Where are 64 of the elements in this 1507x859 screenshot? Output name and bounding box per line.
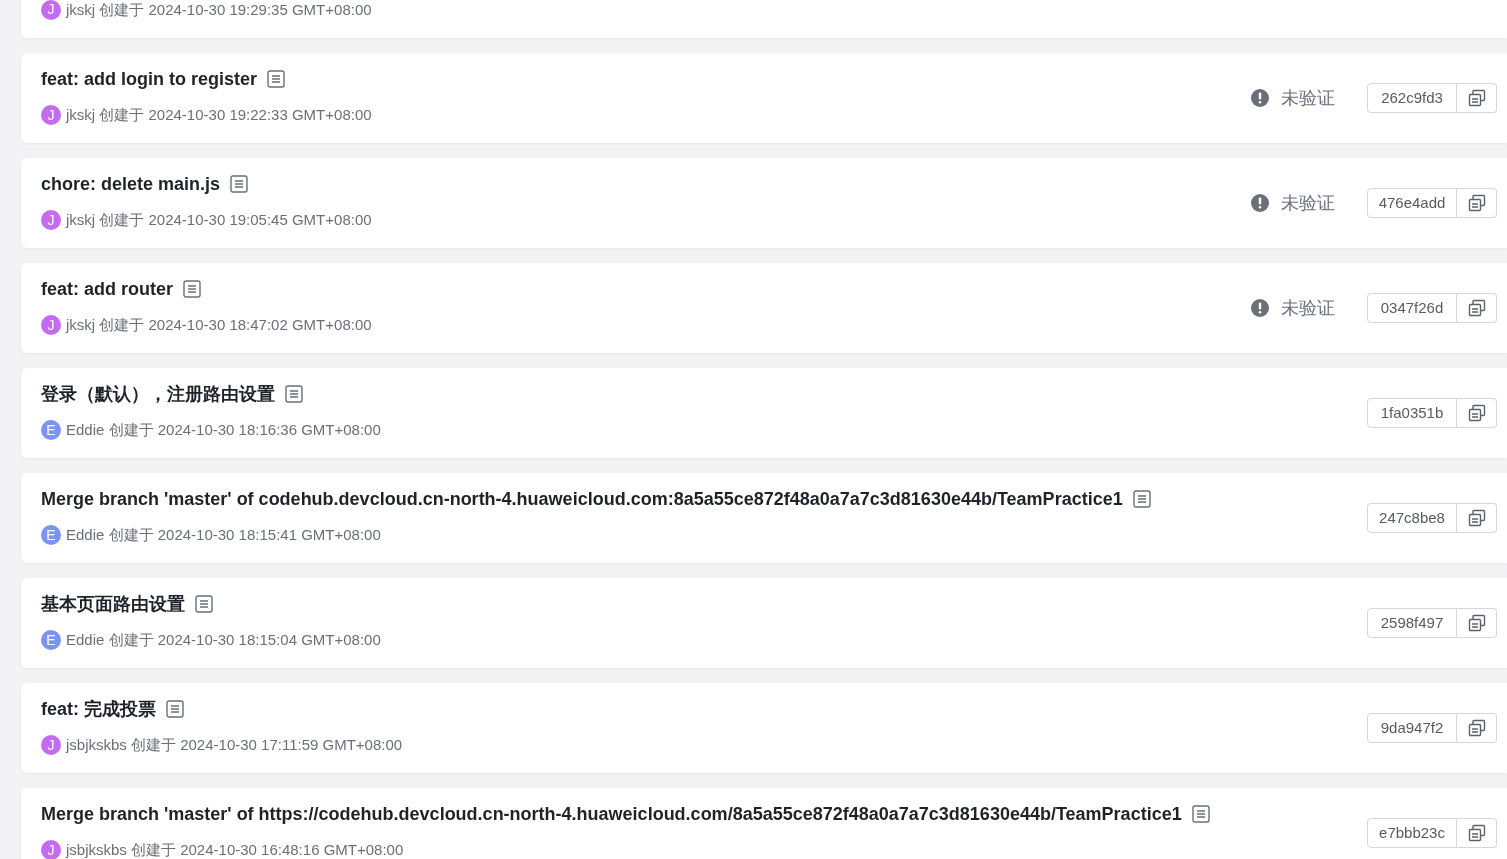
avatar: E bbox=[41, 630, 61, 650]
verification-status: 未验证 bbox=[1281, 191, 1335, 215]
copy-button[interactable] bbox=[1457, 83, 1497, 113]
copy-icon bbox=[1467, 89, 1486, 107]
verification-status: 未验证 bbox=[1281, 86, 1335, 110]
document-icon[interactable] bbox=[1132, 490, 1151, 509]
author-meta: jsbjkskbs 创建于 2024-10-30 17:11:59 GMT+08:00 bbox=[66, 734, 403, 755]
commit-title[interactable]: 基本页面路由设置 bbox=[41, 590, 185, 618]
commit-title[interactable]: Merge branch 'master' of https://codehub.devcloud.cn-north-4.huaweicloud.com/8a5a55ce872f48a0a7a7c3d81630e44b/TeamPractice1 bbox=[41, 800, 1182, 828]
document-icon[interactable] bbox=[230, 175, 249, 194]
avatar: J bbox=[41, 840, 61, 859]
document-icon[interactable] bbox=[1191, 805, 1210, 824]
commit-hash[interactable]: 0347f26d bbox=[1367, 293, 1457, 323]
author-meta: jkskj 创建于 2024-10-30 19:05:45 GMT+08:00 bbox=[66, 209, 372, 230]
author-meta: jkskj 创建于 2024-10-30 19:29:35 GMT+08:00 bbox=[66, 0, 372, 20]
commit-title[interactable]: 登录（默认），注册路由设置 bbox=[41, 380, 275, 408]
commit-title[interactable]: feat: add login to register bbox=[41, 65, 258, 93]
warning-icon bbox=[1251, 194, 1269, 212]
warning-icon bbox=[1251, 299, 1269, 317]
avatar: J bbox=[41, 735, 61, 755]
document-icon[interactable] bbox=[195, 595, 213, 614]
author-meta: Eddie 创建于 2024-10-30 18:15:04 GMT+08:00 bbox=[66, 629, 381, 650]
copy-icon bbox=[1467, 614, 1486, 632]
commit-title[interactable]: chore: delete main.js bbox=[41, 170, 221, 198]
author-meta: Eddie 创建于 2024-10-30 18:15:41 GMT+08:00 bbox=[66, 524, 381, 545]
copy-icon bbox=[1467, 824, 1486, 842]
copy-button[interactable] bbox=[1457, 188, 1497, 218]
avatar: E bbox=[41, 420, 61, 440]
author-meta: jsbjkskbs 创建于 2024-10-30 16:48:16 GMT+08:00 bbox=[66, 839, 404, 859]
commit-hash[interactable]: 1fa0351b bbox=[1367, 398, 1457, 428]
copy-icon bbox=[1467, 719, 1486, 737]
document-icon[interactable] bbox=[166, 700, 184, 719]
avatar: J bbox=[41, 0, 61, 20]
avatar: E bbox=[41, 525, 61, 545]
commit-title[interactable]: Merge branch 'master' of codehub.devcloud.cn-north-4.huaweicloud.com:8a5a55ce872f48a0a7a7c3d81630e44b/TeamPractice1 bbox=[41, 485, 1123, 513]
verification-status: 未验证 bbox=[1281, 296, 1335, 320]
copy-button[interactable] bbox=[1457, 293, 1497, 323]
copy-button[interactable] bbox=[1457, 398, 1497, 428]
document-icon[interactable] bbox=[285, 385, 303, 404]
author-meta: jkskj 创建于 2024-10-30 19:22:33 GMT+08:00 bbox=[66, 104, 372, 125]
copy-button[interactable] bbox=[1457, 818, 1497, 848]
commit-hash[interactable]: 2598f497 bbox=[1367, 608, 1457, 638]
commit-hash[interactable]: 262c9fd3 bbox=[1367, 83, 1457, 113]
author-meta: Eddie 创建于 2024-10-30 18:16:36 GMT+08:00 bbox=[66, 419, 381, 440]
warning-icon bbox=[1251, 89, 1269, 107]
commit-title[interactable]: feat: 完成投票 bbox=[41, 695, 156, 723]
author-meta: jkskj 创建于 2024-10-30 18:47:02 GMT+08:00 bbox=[66, 314, 372, 335]
commit-hash[interactable]: e7bbb23c bbox=[1367, 818, 1457, 848]
copy-button[interactable] bbox=[1457, 503, 1497, 533]
copy-icon bbox=[1467, 299, 1486, 317]
copy-button[interactable] bbox=[1457, 608, 1497, 638]
avatar: J bbox=[41, 210, 61, 230]
commit-hash[interactable]: 9da947f2 bbox=[1367, 713, 1457, 743]
avatar: J bbox=[41, 315, 61, 335]
copy-icon bbox=[1467, 194, 1486, 212]
copy-button[interactable] bbox=[1457, 713, 1497, 743]
copy-icon bbox=[1467, 404, 1486, 422]
commit-title[interactable]: feat: add router bbox=[41, 275, 173, 303]
document-icon[interactable] bbox=[267, 70, 286, 89]
commit-hash[interactable]: 476e4add bbox=[1367, 188, 1457, 218]
copy-icon bbox=[1467, 509, 1486, 527]
document-icon[interactable] bbox=[183, 280, 201, 299]
commit-hash[interactable]: 247c8be8 bbox=[1367, 503, 1457, 533]
avatar: J bbox=[41, 105, 61, 125]
